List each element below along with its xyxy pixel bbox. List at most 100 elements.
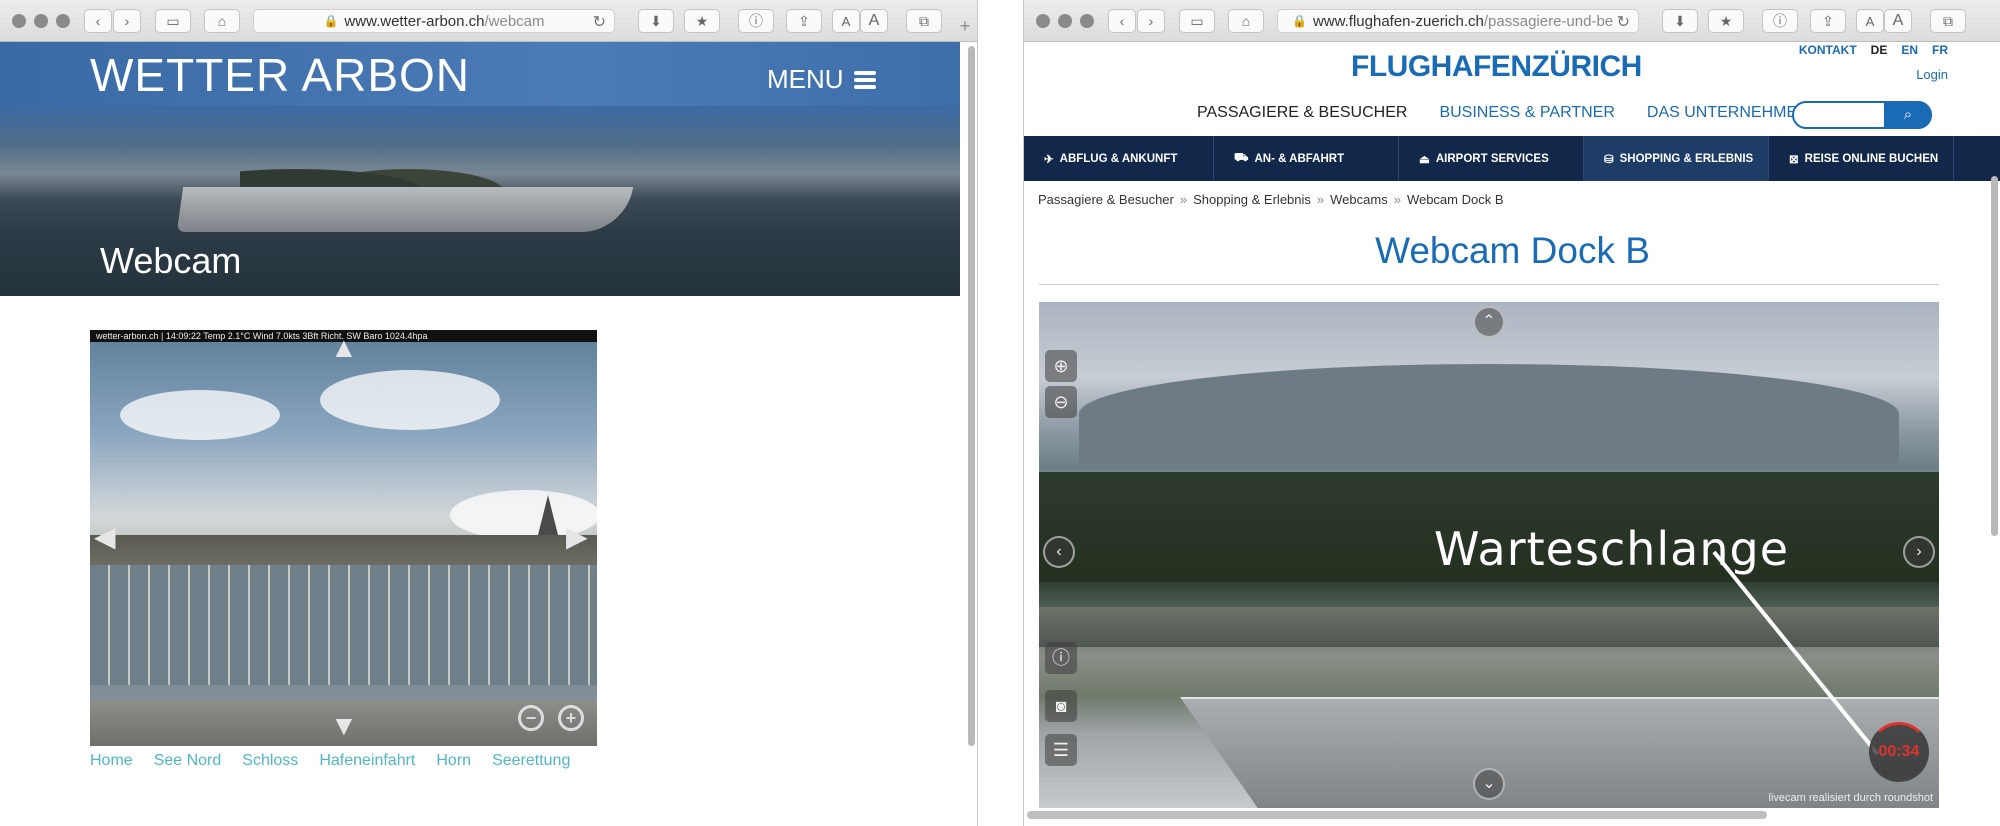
sub-nav-bar: ✈ ABFLUG & ANKUNFT ⛟ AN- & ABFAHRT ⏏ AIRPOR… — [1024, 136, 2000, 181]
back-button[interactable]: ‹ — [1108, 9, 1136, 33]
hill-silhouette — [1079, 364, 1899, 464]
sidebar-icon[interactable]: ▭ — [155, 9, 191, 33]
harbour-pier — [176, 187, 634, 232]
pan-up-icon[interactable]: ▲ — [330, 332, 358, 364]
reload-icon[interactable]: ↻ — [1617, 12, 1630, 32]
info-icon[interactable]: ⓘ — [1045, 642, 1077, 674]
forward-button[interactable]: › — [113, 9, 141, 33]
lang-en[interactable]: EN — [1901, 43, 1918, 57]
pan-right-icon[interactable]: ▶ — [566, 520, 588, 553]
lock-icon: 🔒 — [323, 14, 339, 28]
browser-window-right: ‹ › ▭ ⌂ 🔒 www.flughafen-zuerich.ch/passa… — [1023, 0, 2000, 826]
search-icon: ⌕ — [1903, 106, 1913, 123]
info-icon[interactable]: ⓘ — [738, 9, 774, 33]
pan-down-icon[interactable]: ▼ — [330, 710, 358, 742]
share-icon[interactable]: ⇪ — [786, 9, 822, 33]
webcam-image[interactable]: wetter-arbon.ch | 14:09:22 Temp 2.1°C Wi… — [90, 330, 597, 746]
home-icon[interactable]: ⌂ — [204, 9, 240, 33]
site-title[interactable]: WETTER ARBON — [90, 48, 470, 102]
tabs-overview-icon[interactable]: ⧉ — [906, 9, 942, 33]
subnav-shopping[interactable]: ⛁ SHOPPING & ERLEBNIS — [1584, 136, 1769, 181]
pan-down-icon[interactable]: ⌄ — [1473, 768, 1505, 800]
lang-de[interactable]: DE — [1871, 43, 1888, 57]
browser-window-left: ‹ › ▭ ⌂ 🔒 www.wetter-arbon.ch/webcam ↻ ⬇… — [0, 0, 978, 826]
nav-passagiere[interactable]: PASSAGIERE & BESUCHER — [1197, 104, 1407, 122]
subnav-anfahrt[interactable]: ⛟ AN- & ABFAHRT — [1214, 136, 1399, 181]
tabs-overview-icon[interactable]: ⧉ — [1930, 9, 1966, 33]
url-path: /passagiere-und-be — [1483, 12, 1614, 30]
pan-up-icon[interactable]: ⌃ — [1473, 306, 1505, 338]
credit-text: livecam realisiert durch roundshot — [1768, 792, 1933, 804]
site-logo[interactable]: FLUGHAFENZÜRICH — [1351, 50, 1642, 84]
breadcrumb-item[interactable]: Webcams — [1330, 192, 1388, 207]
zoom-window-button[interactable] — [1080, 14, 1094, 28]
subnav-label: SHOPPING & ERLEBNIS — [1619, 152, 1754, 165]
text-smaller-icon[interactable]: A — [832, 9, 860, 33]
back-button[interactable]: ‹ — [84, 9, 112, 33]
horizontal-scrollbar[interactable] — [1027, 811, 1767, 819]
home-icon[interactable]: ⌂ — [1228, 9, 1264, 33]
text-smaller-icon[interactable]: A — [1856, 9, 1884, 33]
breadcrumb-item[interactable]: Passagiere & Besucher — [1038, 192, 1174, 207]
forward-button[interactable]: › — [1137, 9, 1165, 33]
nav-unternehmen[interactable]: DAS UNTERNEHMEN — [1647, 104, 1809, 122]
zoom-in-icon[interactable]: + — [558, 705, 584, 731]
sidebar-icon[interactable]: ▭ — [1179, 9, 1215, 33]
close-window-button[interactable] — [1036, 14, 1050, 28]
link-see-nord[interactable]: See Nord — [154, 752, 222, 770]
transport-icon: ⛟ — [1234, 152, 1249, 164]
link-horn[interactable]: Horn — [436, 752, 471, 770]
text-larger-icon[interactable]: A — [1884, 9, 1912, 33]
menu-button[interactable]: MENU — [767, 64, 876, 95]
zoom-out-icon[interactable]: − — [518, 705, 544, 731]
bell-icon: ⏏ — [1419, 153, 1430, 166]
link-schloss[interactable]: Schloss — [242, 752, 298, 770]
breadcrumb-sep: » — [1393, 192, 1401, 207]
zoom-window-button[interactable] — [56, 14, 70, 28]
minimize-window-button[interactable] — [1058, 14, 1072, 28]
camera-icon[interactable]: ◙ — [1045, 690, 1077, 722]
share-icon[interactable]: ⇪ — [1810, 9, 1846, 33]
bookmark-icon[interactable]: ★ — [1708, 9, 1744, 33]
subnav-abflug[interactable]: ✈ ABFLUG & ANKUNFT — [1024, 136, 1214, 181]
zoom-in-icon[interactable]: ⊕ — [1045, 350, 1077, 382]
download-icon[interactable]: ⬇ — [638, 9, 674, 33]
login-link[interactable]: Login — [1916, 67, 1948, 82]
search-button[interactable]: ⌕ — [1884, 101, 1932, 129]
breadcrumb-sep: » — [1316, 192, 1325, 207]
lang-fr[interactable]: FR — [1932, 43, 1948, 57]
link-home[interactable]: Home — [90, 752, 133, 770]
info-icon[interactable]: ⓘ — [1762, 9, 1798, 33]
subnav-services[interactable]: ⏏ AIRPORT SERVICES — [1399, 136, 1584, 181]
list-icon[interactable]: ☰ — [1045, 734, 1077, 766]
camera-links: Home See Nord Schloss Hafeneinfahrt Horn… — [90, 752, 570, 770]
link-hafeneinfahrt[interactable]: Hafeneinfahrt — [319, 752, 415, 770]
town-row — [90, 535, 597, 565]
address-bar[interactable]: 🔒 www.wetter-arbon.ch/webcam ↻ — [253, 9, 615, 33]
vertical-scrollbar[interactable] — [968, 46, 975, 746]
text-larger-icon[interactable]: A — [860, 9, 888, 33]
address-bar[interactable]: 🔒 www.flughafen-zuerich.ch/passagiere-un… — [1277, 9, 1639, 33]
subnav-buchen[interactable]: ⊠ REISE ONLINE BUCHEN — [1769, 136, 1954, 181]
pan-left-icon[interactable]: ‹ — [1043, 536, 1075, 568]
bookmark-icon[interactable]: ★ — [684, 9, 720, 33]
download-icon[interactable]: ⬇ — [1662, 9, 1698, 33]
reload-icon[interactable]: ↻ — [593, 12, 606, 32]
nav-business[interactable]: BUSINESS & PARTNER — [1439, 104, 1614, 122]
vertical-scrollbar[interactable] — [1991, 176, 1998, 536]
webcam-image[interactable]: Warteschlange ⌃ ⌄ ‹ › ⊕ ⊖ ⓘ ◙ ☰ 00:34 li… — [1039, 302, 1939, 808]
zoom-out-icon[interactable]: ⊖ — [1045, 386, 1077, 418]
breadcrumb-current: Webcam Dock B — [1406, 192, 1504, 207]
page-heading: Webcam — [100, 240, 242, 281]
new-tab-icon[interactable]: + — [955, 16, 975, 36]
trees-silhouette — [240, 152, 520, 192]
link-kontakt[interactable]: KONTAKT — [1799, 43, 1857, 57]
pan-left-icon[interactable]: ◀ — [94, 520, 116, 553]
pan-right-icon[interactable]: › — [1903, 536, 1935, 568]
title-divider — [1039, 284, 1939, 285]
breadcrumb-item[interactable]: Shopping & Erlebnis — [1193, 192, 1311, 207]
link-seerettung[interactable]: Seerettung — [492, 752, 570, 770]
minimize-window-button[interactable] — [34, 14, 48, 28]
shopping-icon: ⛁ — [1604, 153, 1614, 166]
close-window-button[interactable] — [12, 14, 26, 28]
